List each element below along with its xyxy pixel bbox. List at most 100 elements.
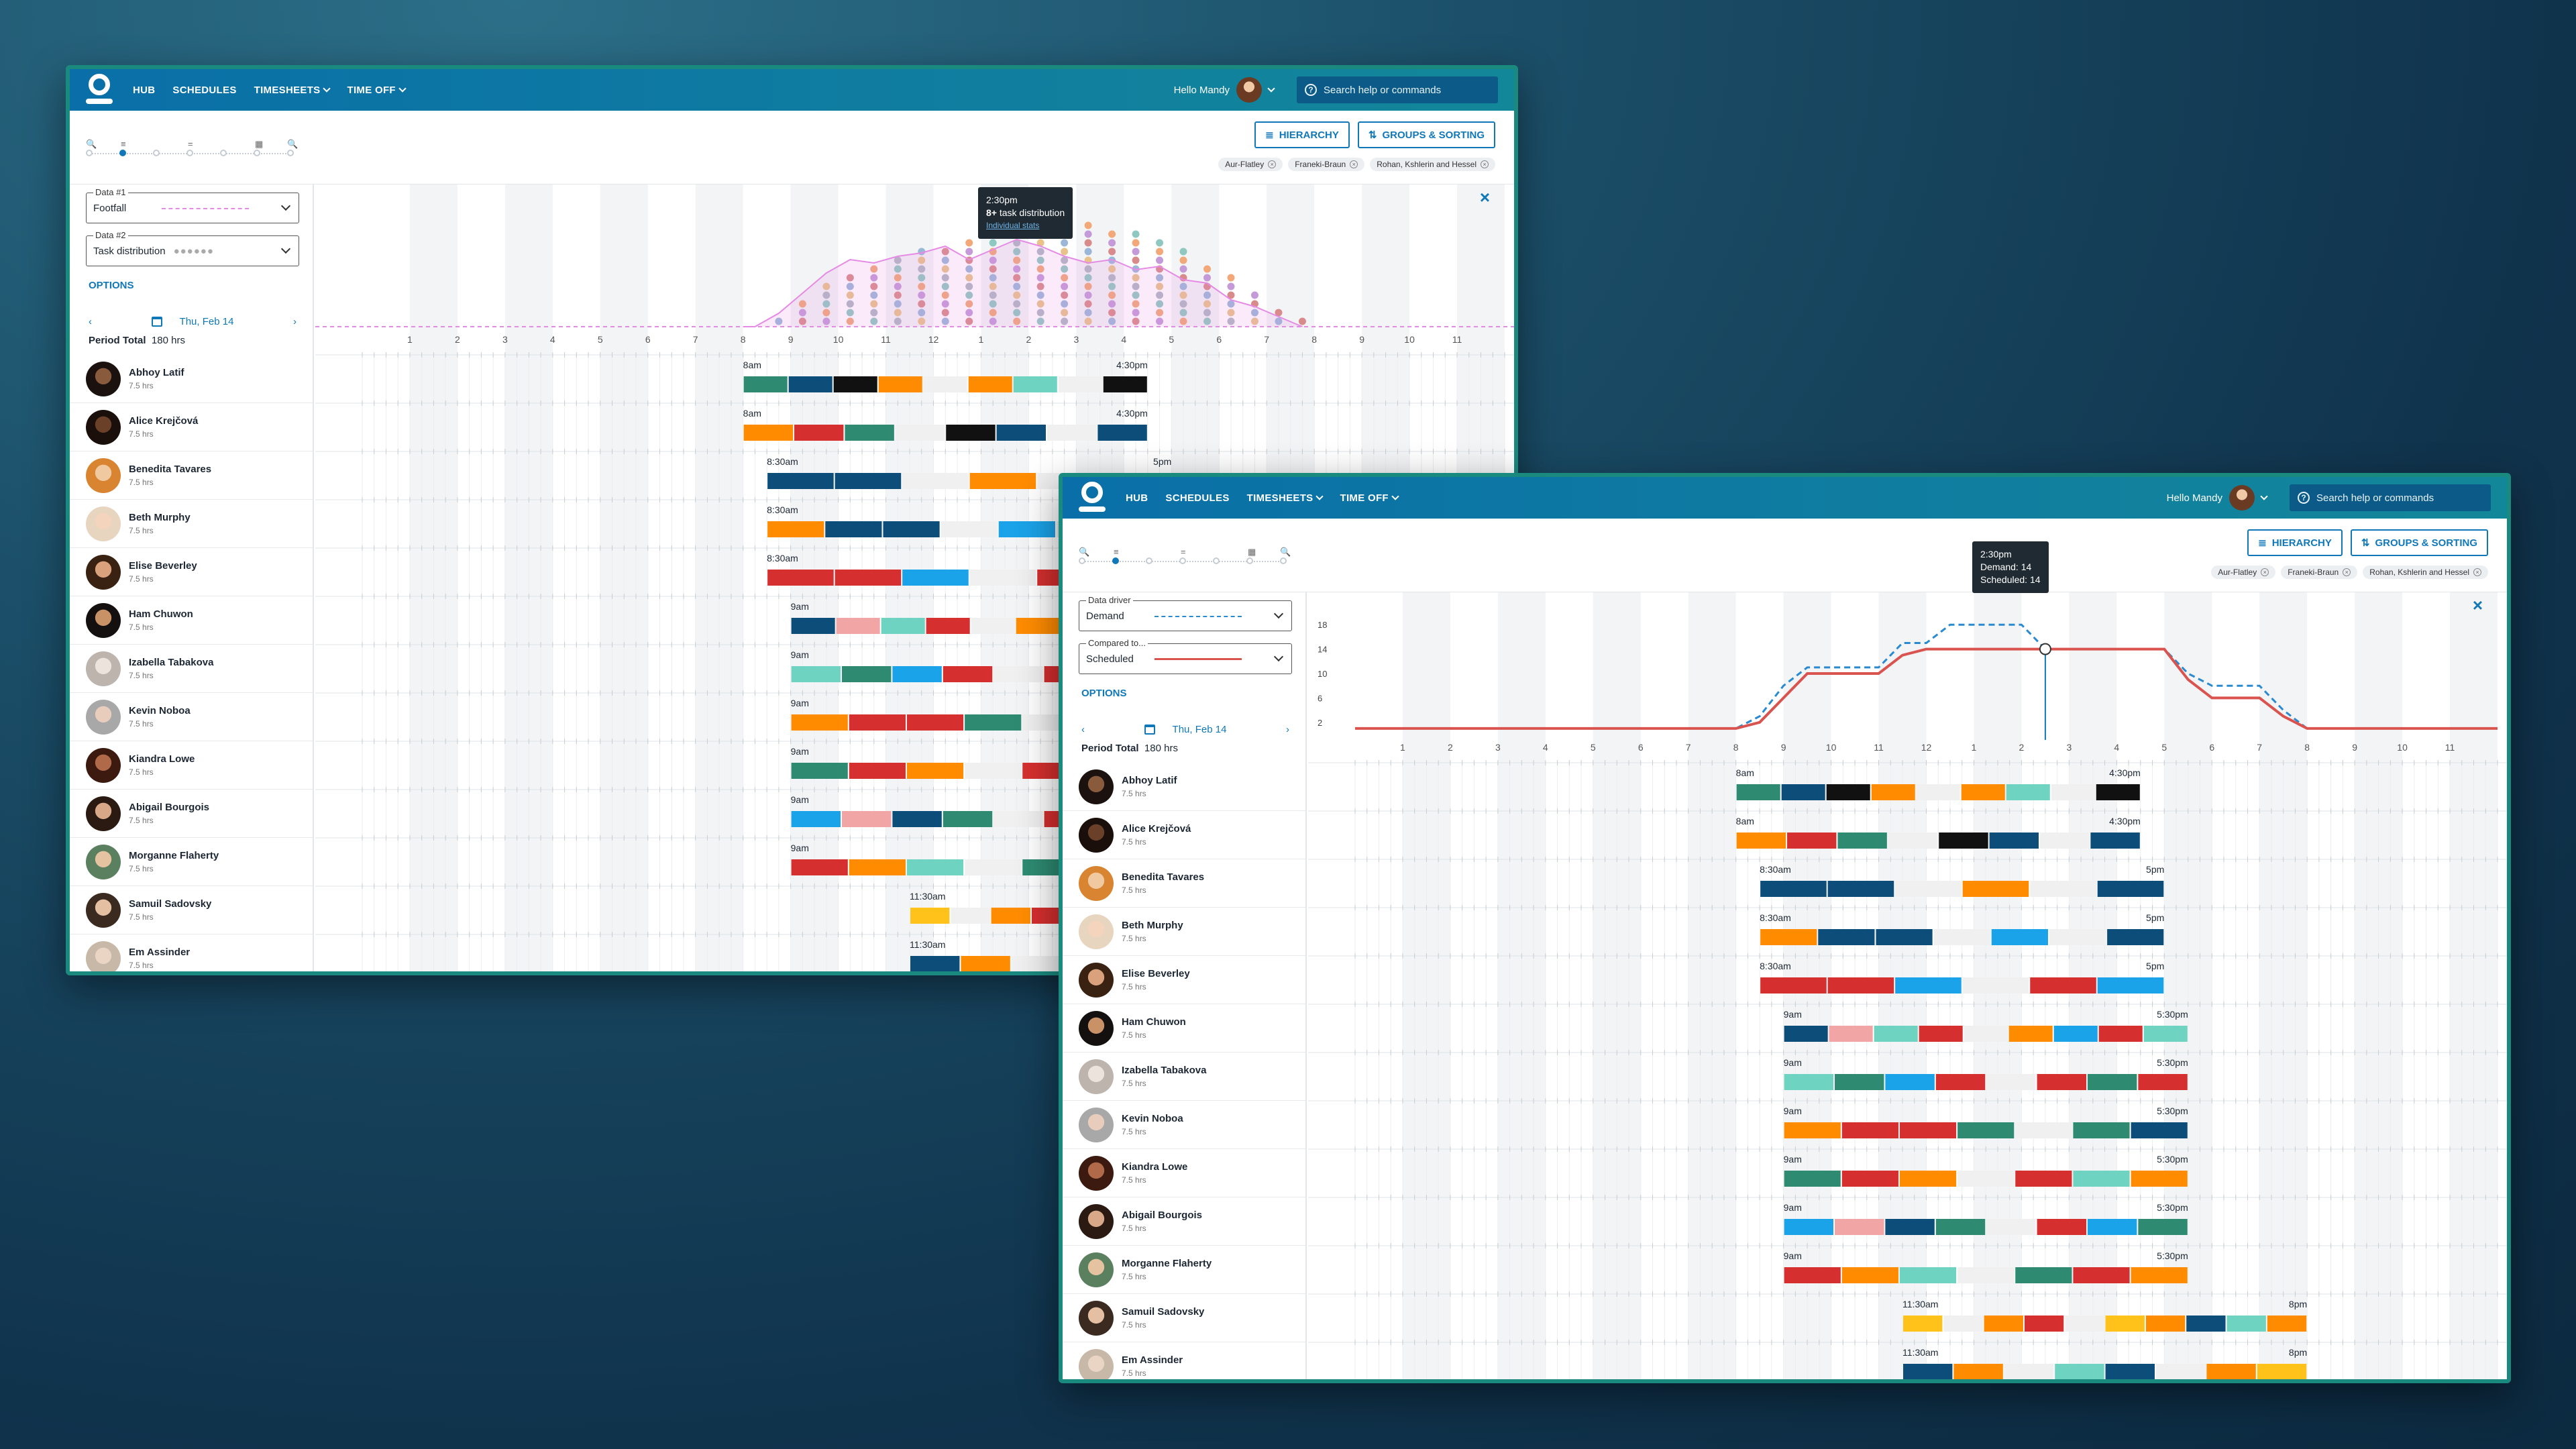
employee-row[interactable]: Kevin Noboa 7.5 hrs [1063,1101,1305,1149]
employee-row[interactable]: Abhoy Latif 7.5 hrs [1063,763,1305,811]
next-day-icon[interactable]: › [1286,724,1289,735]
filter-chip[interactable]: Rohan, Kshlerin and Hessel × [1370,158,1495,171]
zoom-dot[interactable] [220,150,227,156]
options-link[interactable]: OPTIONS [1081,688,1127,699]
shift-task-segment [1760,977,1827,994]
employee-row[interactable]: Benedita Tavares 7.5 hrs [70,451,313,500]
nav-hub[interactable]: HUB [1126,492,1148,504]
nav-schedules[interactable]: SCHEDULES [1165,492,1229,504]
filter-chip[interactable]: Aur-Flatley × [2211,566,2276,579]
filter-chip[interactable]: Rohan, Kshlerin and Hessel × [2363,566,2488,579]
compared-to-select[interactable]: Compared to... Scheduled [1079,638,1292,674]
search-input[interactable]: ? Search help or commands [2290,484,2491,511]
data-driver-select[interactable]: Data driver Demand [1079,595,1292,631]
hierarchy-button[interactable]: ≣ HIERARCHY [2247,529,2343,556]
employee-row[interactable]: Morganne Flaherty 7.5 hrs [1063,1246,1305,1294]
employee-row[interactable]: Alice Krejčová 7.5 hrs [1063,811,1305,859]
app-logo[interactable] [86,74,113,106]
zoom-slider[interactable]: 🔍 ≡ = ▦ 🔍 [1079,547,1291,567]
hierarchy-button[interactable]: ≣ HIERARCHY [1254,121,1350,148]
filter-chip[interactable]: Franeki-Braun × [2281,566,2358,579]
employee-row[interactable]: Ham Chuwon 7.5 hrs [70,596,313,645]
calendar-icon[interactable] [1144,724,1155,735]
employee-row[interactable]: Em Assinder 7.5 hrs [1063,1342,1305,1379]
zoom-dot[interactable] [86,150,93,156]
zoom-dot[interactable] [153,150,160,156]
search-input[interactable]: ? Search help or commands [1297,76,1498,103]
close-icon[interactable]: × [2261,568,2269,576]
employee-row[interactable]: Abhoy Latif 7.5 hrs [70,355,313,403]
employee-row[interactable]: Em Assinder 7.5 hrs [70,934,313,971]
shift-task-segment [1784,1074,1834,1090]
zoom-slider[interactable]: 🔍 ≡ = ▦ 🔍 [86,139,298,159]
data1-select[interactable]: Data #1 Footfall [86,187,299,223]
zoom-dot[interactable] [1079,557,1085,564]
zoom-dot[interactable] [1246,557,1253,564]
employee-row[interactable]: Beth Murphy 7.5 hrs [70,500,313,548]
employee-row[interactable]: Alice Krejčová 7.5 hrs [70,403,313,451]
options-link[interactable]: OPTIONS [89,280,134,291]
close-icon[interactable]: × [1268,160,1277,168]
prev-day-icon[interactable]: ‹ [1081,724,1085,735]
employee-row[interactable]: Samuil Sadovsky 7.5 hrs [70,886,313,934]
employee-row[interactable]: Samuil Sadovsky 7.5 hrs [1063,1294,1305,1342]
zoom-dot[interactable] [1146,557,1152,564]
nav-timesheets[interactable]: TIMESHEETS [1247,492,1324,504]
nav-hub[interactable]: HUB [133,85,155,96]
zoom-in-icon[interactable]: 🔍 [1079,547,1089,557]
nav-schedules[interactable]: SCHEDULES [172,85,236,96]
zoom-in-icon[interactable]: 🔍 [86,139,97,150]
groups-sorting-button[interactable]: ⇅ GROUPS & SORTING [2350,529,2488,556]
user-menu[interactable]: Hello Mandy [1174,77,1275,103]
close-icon[interactable]: × [1350,160,1358,168]
groups-sorting-button[interactable]: ⇅ GROUPS & SORTING [1357,121,1495,148]
close-icon[interactable]: × [2343,568,2351,576]
close-icon[interactable]: × [2473,568,2481,576]
employee-row[interactable]: Abigail Bourgois 7.5 hrs [70,790,313,838]
shift-task-segment [1953,1364,2003,1379]
employee-row[interactable]: Beth Murphy 7.5 hrs [1063,908,1305,956]
calendar-icon[interactable] [151,317,162,327]
zoom-dot[interactable] [186,150,193,156]
zoom-dot-active[interactable] [1112,557,1119,564]
next-day-icon[interactable]: › [293,316,297,327]
close-icon[interactable]: × [2473,595,2483,616]
employee-row[interactable]: Elise Beverley 7.5 hrs [70,548,313,596]
employee-row[interactable]: Elise Beverley 7.5 hrs [1063,956,1305,1004]
employee-row[interactable]: Ham Chuwon 7.5 hrs [1063,1004,1305,1053]
employee-row[interactable]: Abigail Bourgois 7.5 hrs [1063,1197,1305,1246]
zoom-dot[interactable] [1280,557,1287,564]
avatar [86,892,121,928]
nav-timeoff[interactable]: TIME OFF [1340,492,1399,504]
employee-row[interactable]: Kiandra Lowe 7.5 hrs [1063,1149,1305,1197]
shift-end-label: 4:30pm [1116,360,1148,370]
filter-chip[interactable]: Aur-Flatley × [1218,158,1283,171]
employee-row[interactable]: Morganne Flaherty 7.5 hrs [70,838,313,886]
zoom-out-icon[interactable]: 🔍 [1280,547,1291,557]
shift-task-segment [2051,784,2095,800]
employee-row[interactable]: Izabella Tabakova 7.5 hrs [70,645,313,693]
user-menu[interactable]: Hello Mandy [2167,485,2268,511]
app-logo[interactable] [1079,482,1106,514]
employee-row[interactable]: Kiandra Lowe 7.5 hrs [70,741,313,790]
individual-stats-link[interactable]: Individual stats [986,219,1065,232]
employee-row[interactable]: Benedita Tavares 7.5 hrs [1063,859,1305,908]
close-icon[interactable]: × [1481,160,1489,168]
filter-chip[interactable]: Franeki-Braun × [1288,158,1365,171]
zoom-dot[interactable] [287,150,294,156]
zoom-dot[interactable] [254,150,260,156]
zoom-out-icon[interactable]: 🔍 [287,139,298,150]
nav-timesheets[interactable]: TIMESHEETS [254,85,331,96]
prev-day-icon[interactable]: ‹ [89,316,92,327]
employee-row[interactable]: Izabella Tabakova 7.5 hrs [1063,1053,1305,1101]
zoom-dot[interactable] [1213,557,1220,564]
date-label[interactable]: Thu, Feb 14 [1173,724,1227,735]
nav-timeoff[interactable]: TIME OFF [347,85,407,96]
zoom-dot[interactable] [1179,557,1186,564]
close-icon[interactable]: × [1480,187,1490,208]
zoom-dot-active[interactable] [119,150,126,156]
employee-row[interactable]: Kevin Noboa 7.5 hrs [70,693,313,741]
date-label[interactable]: Thu, Feb 14 [180,316,234,327]
data2-select[interactable]: Data #2 Task distribution ●●●●●● [86,230,299,266]
shift-task-segment [2105,1364,2155,1379]
